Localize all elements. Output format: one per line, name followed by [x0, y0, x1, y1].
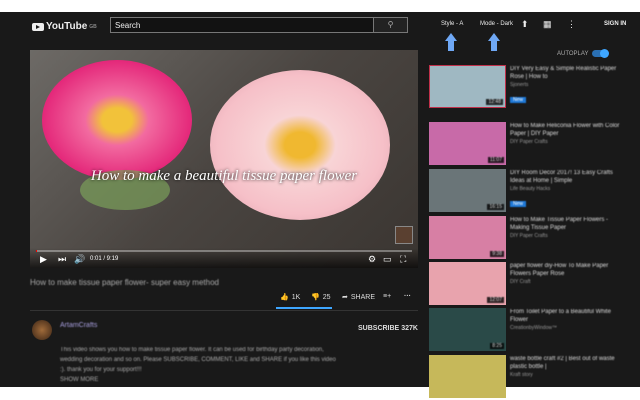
player-controls: ▶ ⏭ 🔊 0:01 / 9:19 ⚙ ▭ ⛶ — [30, 248, 418, 268]
video-thumbnail[interactable]: 8:25 — [429, 308, 506, 351]
video-thumbnail[interactable]: 12:48 — [429, 65, 506, 108]
time-display: 0:01 / 9:19 — [90, 256, 118, 262]
arrow-up-icon — [488, 33, 500, 51]
video-caption: How to make a beautiful tissue paper flo… — [30, 168, 418, 185]
sidebar-video-title[interactable]: DIY Very Easy & Simple Realistic Paper R… — [510, 65, 628, 81]
video-title: How to make tissue paper flower- super e… — [30, 278, 219, 287]
like-count: 1K — [292, 294, 301, 301]
sidebar-video-channel: Life Beauty Hacks — [510, 186, 550, 192]
thumbs-down-icon: 👎 — [311, 293, 320, 301]
volume-icon[interactable]: 🔊 — [74, 254, 85, 265]
dislike-count: 25 — [323, 294, 331, 301]
share-label: SHARE — [351, 294, 375, 301]
video-description: This video shows you how to make tissue … — [60, 345, 340, 385]
sidebar-video-item[interactable]: 12:48 DIY Very Easy & Simple Realistic P… — [429, 65, 629, 109]
youtube-logo[interactable]: YouTubeGB — [32, 21, 97, 32]
logo-text: YouTube — [46, 21, 87, 32]
upload-icon[interactable]: ⬆ — [521, 19, 529, 30]
search-input[interactable] — [111, 18, 373, 32]
channel-watermark[interactable] — [395, 226, 413, 244]
play-logo-icon — [32, 23, 44, 31]
duration-badge: 16:15 — [487, 204, 504, 210]
video-thumbnail[interactable]: 16:15 — [429, 169, 506, 212]
progress-fill — [36, 250, 37, 252]
video-thumbnail[interactable]: 9:38 — [429, 216, 506, 259]
video-thumbnail[interactable]: 11:07 — [429, 122, 506, 165]
search-bar: ⚲ — [110, 17, 408, 33]
autoplay-toggle[interactable] — [592, 50, 608, 57]
subscribe-button[interactable]: SUBSCRIBE 327K — [358, 325, 418, 332]
more-horiz-icon[interactable]: ··· — [404, 293, 411, 300]
sidebar-video-channel: DIY Paper Crafts — [510, 233, 548, 239]
duration-badge: 11:07 — [488, 157, 504, 163]
sidebar-video-channel: CreationbyWindow™ — [510, 325, 557, 331]
theater-mode-icon[interactable]: ▭ — [383, 254, 392, 265]
sign-in-button[interactable]: SIGN IN — [604, 21, 626, 27]
video-thumbnail[interactable] — [429, 355, 506, 398]
new-badge: New — [510, 201, 526, 207]
duration-badge: 12:48 — [486, 99, 503, 105]
search-button[interactable]: ⚲ — [373, 18, 407, 32]
dislike-button[interactable]: 👎25 — [311, 293, 331, 301]
sentiment-bar — [276, 307, 332, 309]
sidebar-video-title[interactable]: From Toilet Paper to a Beautiful White F… — [510, 308, 628, 324]
sidebar-video-title[interactable]: waste bottle craft #2 | Best out of wast… — [510, 355, 628, 371]
add-to-playlist-icon[interactable]: ≡+ — [383, 293, 391, 300]
show-more-button[interactable]: SHOW MORE — [60, 375, 340, 385]
sidebar-video-title[interactable]: How to Make Tissue Paper Flowers - Makin… — [510, 216, 628, 232]
youtube-page: YouTubeGB ⚲ Style - A Mode - Dark ⬆ ▦ ⋮ … — [0, 12, 640, 387]
style-label[interactable]: Style - A — [441, 21, 463, 27]
sidebar-video-item[interactable]: 16:15 DIY Room Decor 2017! 13 Easy Craft… — [429, 169, 629, 213]
play-icon[interactable]: ▶ — [40, 254, 47, 265]
mode-label[interactable]: Mode - Dark — [480, 21, 513, 27]
next-icon[interactable]: ⏭ — [58, 254, 66, 265]
sidebar-video-item[interactable]: 9:38 How to Make Tissue Paper Flowers - … — [429, 216, 629, 260]
region-code: GB — [89, 24, 97, 30]
subscriber-count: 327K — [401, 325, 418, 332]
sidebar-video-item[interactable]: 11:07 How to Make Heliconia Flower with … — [429, 122, 629, 166]
channel-name[interactable]: ArtamCrafts — [60, 322, 97, 329]
sidebar-video-channel: DIY Craft — [510, 279, 530, 285]
fullscreen-icon[interactable]: ⛶ — [400, 254, 406, 265]
search-icon: ⚲ — [388, 20, 394, 29]
video-thumbnail[interactable]: 12:07 — [429, 262, 506, 305]
description-text: This video shows you how to make tissue … — [60, 345, 340, 375]
sidebar-video-item[interactable]: 8:25 From Toilet Paper to a Beautiful Wh… — [429, 308, 629, 352]
new-badge: New — [510, 97, 526, 103]
arrow-up-icon — [445, 33, 457, 51]
white-flower-image — [210, 70, 390, 220]
sidebar-video-title[interactable]: How to Make Heliconia Flower with Color … — [510, 122, 628, 138]
duration-badge: 9:38 — [490, 251, 504, 257]
sidebar-video-item[interactable]: 12:07 paper flower diy-How To Make Paper… — [429, 262, 629, 306]
pink-flower-image — [42, 60, 192, 180]
divider — [30, 310, 418, 311]
like-button[interactable]: 👍1K — [280, 293, 300, 301]
sidebar-video-title[interactable]: paper flower diy-How To Make Paper Flowe… — [510, 262, 628, 278]
duration-badge: 12:07 — [487, 297, 504, 303]
sidebar-video-title[interactable]: DIY Room Decor 2017! 13 Easy Crafts Idea… — [510, 169, 628, 185]
more-vert-icon[interactable]: ⋮ — [567, 19, 576, 30]
sidebar-video-channel: Sjonerts — [510, 82, 528, 88]
duration-badge: 8:25 — [490, 343, 504, 349]
apps-grid-icon[interactable]: ▦ — [543, 19, 552, 30]
share-button[interactable]: ➦SHARE — [342, 293, 375, 301]
thumbs-up-icon: 👍 — [280, 293, 289, 301]
settings-icon[interactable]: ⚙ — [368, 254, 376, 265]
share-icon: ➦ — [342, 293, 348, 301]
sidebar-video-channel: DIY Paper Crafts — [510, 139, 548, 145]
channel-avatar[interactable] — [32, 320, 52, 340]
autoplay-label: AUTOPLAY — [557, 51, 588, 57]
sidebar-video-item[interactable]: waste bottle craft #2 | Best out of wast… — [429, 355, 629, 399]
sidebar-video-channel: Kraft story — [510, 372, 533, 378]
progress-bar[interactable] — [36, 250, 412, 252]
video-player[interactable]: How to make a beautiful tissue paper flo… — [30, 50, 418, 268]
subscribe-label: SUBSCRIBE — [358, 325, 399, 332]
